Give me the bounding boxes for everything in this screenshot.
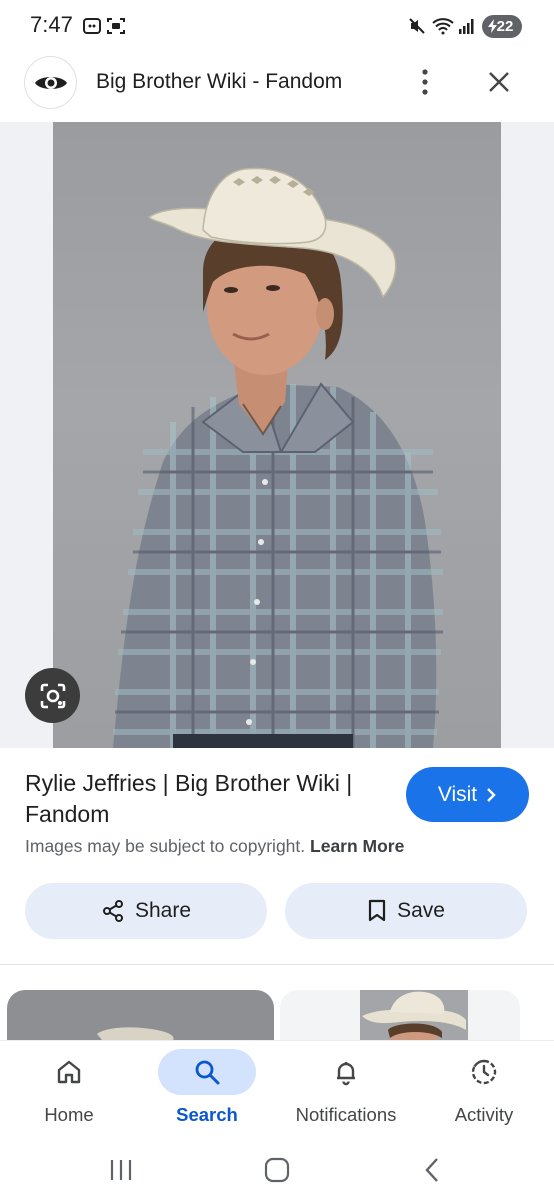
bookmark-icon bbox=[368, 899, 386, 922]
home-icon bbox=[20, 1049, 118, 1095]
status-time: 7:47 bbox=[30, 12, 73, 37]
battery-charging-icon: 22 bbox=[482, 15, 522, 38]
image-preview-area bbox=[0, 122, 554, 748]
close-icon[interactable] bbox=[481, 64, 517, 100]
system-navigation-bar bbox=[0, 1140, 554, 1200]
save-label: Save bbox=[397, 899, 445, 922]
nav-label-home: Home bbox=[44, 1104, 94, 1125]
nav-activity[interactable]: Activity bbox=[415, 1041, 553, 1141]
search-icon bbox=[158, 1049, 256, 1095]
activity-history-icon bbox=[435, 1049, 533, 1095]
save-button[interactable]: Save bbox=[285, 883, 527, 939]
result-title[interactable]: Rylie Jeffries | Big Brother Wiki | Fand… bbox=[25, 768, 395, 830]
visit-label: Visit bbox=[437, 782, 478, 806]
share-button[interactable]: Share bbox=[25, 883, 267, 939]
nav-label-notifications: Notifications bbox=[295, 1104, 397, 1125]
eye-logo-icon bbox=[24, 56, 77, 109]
bell-icon bbox=[297, 1049, 395, 1095]
recent-apps-icon[interactable] bbox=[101, 1150, 141, 1190]
chevron-right-icon bbox=[487, 787, 496, 802]
main-image[interactable] bbox=[53, 122, 501, 748]
nav-notifications[interactable]: Notifications bbox=[277, 1041, 415, 1141]
nav-label-search: Search bbox=[176, 1104, 238, 1125]
wifi-icon bbox=[432, 17, 454, 40]
mute-icon bbox=[408, 17, 426, 40]
screen-capture-icon bbox=[106, 16, 126, 41]
copyright-notice: Images may be subject to copyright. Lear… bbox=[25, 836, 404, 857]
share-label: Share bbox=[134, 899, 192, 922]
back-icon[interactable] bbox=[412, 1150, 452, 1190]
status-bar: 7:47 22 bbox=[0, 0, 554, 54]
signal-icon bbox=[458, 17, 476, 40]
screenshot-icon bbox=[82, 16, 102, 41]
bottom-navigation: Home Search Notifications Activity bbox=[0, 1040, 554, 1140]
header: Big Brother Wiki - Fandom bbox=[0, 54, 554, 122]
learn-more-link[interactable]: Learn More bbox=[310, 836, 404, 856]
google-lens-button[interactable] bbox=[25, 668, 80, 723]
nav-search[interactable]: Search bbox=[138, 1041, 276, 1141]
lens-icon bbox=[40, 683, 65, 708]
copyright-text: Images may be subject to copyright. bbox=[25, 836, 306, 856]
nav-label-activity: Activity bbox=[454, 1104, 514, 1125]
visit-button[interactable]: Visit bbox=[406, 767, 529, 822]
nav-home[interactable]: Home bbox=[0, 1041, 138, 1141]
share-icon bbox=[102, 900, 123, 922]
divider bbox=[0, 964, 554, 965]
more-vert-icon[interactable] bbox=[407, 64, 443, 100]
battery-level: 22 bbox=[496, 18, 514, 35]
site-title[interactable]: Big Brother Wiki - Fandom bbox=[96, 70, 342, 94]
home-system-icon[interactable] bbox=[257, 1150, 297, 1190]
